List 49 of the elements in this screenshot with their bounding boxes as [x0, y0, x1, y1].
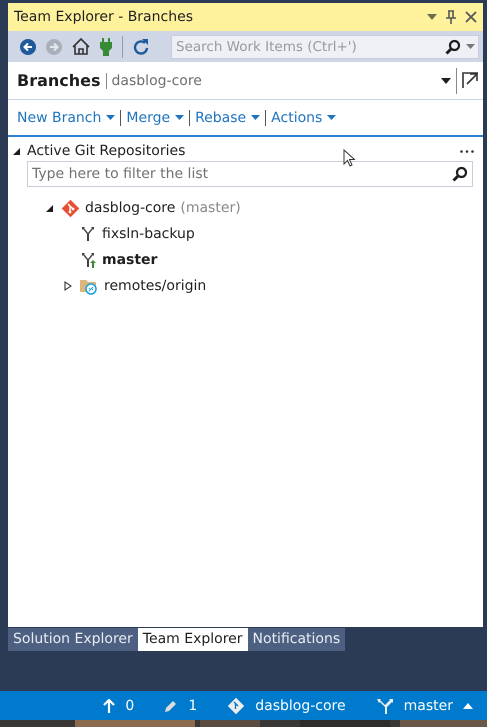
current-branch-hint: (master) — [180, 200, 241, 216]
panel-tab[interactable]: Notifications — [248, 628, 346, 651]
caret-icon — [106, 115, 116, 120]
plug-icon[interactable] — [100, 38, 112, 56]
search-field[interactable]: Search Work Items (Ctrl+') — [171, 34, 479, 58]
close-icon[interactable] — [465, 11, 477, 23]
panel-tab[interactable]: Team Explorer — [138, 628, 248, 651]
page-title: Branches — [17, 71, 101, 90]
branch-name[interactable]: fixsln-backup — [102, 226, 195, 242]
caret-icon[interactable] — [466, 44, 475, 49]
expander-icon[interactable] — [46, 203, 54, 213]
refresh-icon[interactable] — [133, 38, 149, 55]
pin-icon[interactable] — [445, 10, 457, 24]
search-icon[interactable] — [445, 38, 461, 54]
repository-name[interactable]: dasblog-core — [85, 200, 176, 216]
caret-icon — [175, 115, 184, 120]
more-icon[interactable] — [460, 150, 474, 152]
branch-icon — [79, 225, 97, 243]
remote-folder-icon — [79, 277, 99, 295]
push-count[interactable]: 0 — [125, 698, 134, 714]
section-title: Active Git Repositories — [27, 143, 186, 159]
current-branch-icon — [79, 251, 97, 269]
branch-name[interactable]: master — [404, 698, 453, 714]
panel-tab[interactable]: Solution Explorer — [8, 628, 138, 651]
undock-icon[interactable] — [462, 72, 479, 89]
branch-icon[interactable] — [376, 696, 394, 714]
expander-icon[interactable] — [13, 146, 21, 156]
action-link[interactable]: New Branch — [17, 110, 122, 126]
cursor-icon — [343, 149, 355, 167]
action-link[interactable]: Actions — [266, 110, 342, 126]
pencil-icon[interactable] — [164, 698, 178, 712]
caret-icon — [251, 115, 260, 120]
dropdown-icon[interactable] — [441, 78, 451, 84]
window-title: Team Explorer - Branches — [14, 9, 194, 25]
arrow-up-icon[interactable] — [103, 698, 116, 712]
branch-name[interactable]: master — [102, 252, 158, 268]
caret-up-icon[interactable] — [463, 702, 473, 708]
repository-name[interactable]: dasblog-core — [255, 698, 346, 714]
changes-count[interactable]: 1 — [188, 698, 198, 714]
home-icon[interactable] — [72, 38, 90, 55]
back-icon[interactable] — [20, 38, 36, 54]
expander-icon[interactable] — [64, 281, 72, 291]
caret-icon — [327, 115, 336, 120]
action-link[interactable]: Rebase — [190, 110, 266, 126]
folder-name[interactable]: remotes/origin — [104, 278, 206, 294]
action-link[interactable]: Merge — [121, 110, 190, 126]
search-icon[interactable] — [452, 166, 468, 182]
filter-field[interactable]: Type here to filter the list — [27, 161, 473, 187]
repository-name: dasblog-core — [106, 72, 441, 88]
